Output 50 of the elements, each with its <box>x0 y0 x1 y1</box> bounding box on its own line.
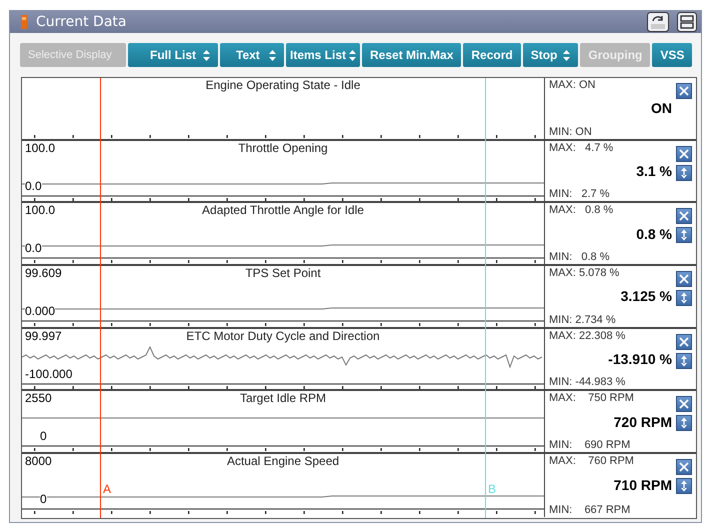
min-reading: MIN: 0.8 % <box>549 250 611 264</box>
max-reading: MAX: 760 RPM <box>549 454 635 468</box>
max-reading: MAX: 5.078 % <box>549 266 620 280</box>
current-value: 3.1 % <box>636 162 672 182</box>
graph-title: Adapted Throttle Angle for Idle <box>202 203 364 218</box>
toolbar-button[interactable]: Text <box>220 43 284 67</box>
axis-label: 99.997 <box>25 328 62 343</box>
min-reading: MIN: 2.734 % <box>549 312 617 327</box>
axis-label: 0.000 <box>25 304 56 318</box>
max-reading: MAX: ON <box>549 78 596 92</box>
graph-title: Target Idle RPM <box>240 391 326 406</box>
toolbar-button[interactable]: Record <box>463 43 521 67</box>
graph-title: Engine Operating State - Idle <box>206 78 360 92</box>
min-reading: MIN: 690 RPM <box>549 438 632 452</box>
axis-label: -100.000 <box>25 366 72 381</box>
current-value: -13.910 % <box>608 350 672 370</box>
current-value: 710 RPM <box>614 476 672 496</box>
min-reading: MIN: -44.983 % <box>549 375 626 390</box>
toolbar-button[interactable]: Full List <box>128 43 218 67</box>
current-value: 0.8 % <box>636 224 672 244</box>
cursor-label: A <box>103 482 112 496</box>
axis-label: 100.0 <box>25 140 56 155</box>
current-value: ON <box>651 99 672 118</box>
current-value: 720 RPM <box>614 412 672 432</box>
axis-label: 99.609 <box>25 266 62 280</box>
axis-label: 0.0 <box>25 241 42 256</box>
axis-label: 0.0 <box>25 178 42 193</box>
axis-label: 0 <box>40 492 47 506</box>
graph-title: TPS Set Point <box>245 266 321 280</box>
toolbar-button[interactable]: Items List <box>286 43 360 67</box>
window-title: Current Data <box>36 14 126 30</box>
toolbar-button[interactable]: Stop <box>522 43 578 67</box>
min-reading: MIN: 2.7 % <box>549 187 611 202</box>
graph-title: ETC Motor Duty Cycle and Direction <box>186 328 380 343</box>
axis-label: 0 <box>40 429 47 444</box>
axis-label: 100.0 <box>25 203 56 218</box>
min-reading: MIN: 667 RPM <box>549 502 632 517</box>
max-reading: MAX: 750 RPM <box>549 391 635 406</box>
graph-title: Actual Engine Speed <box>226 454 340 468</box>
min-reading: MIN: ON <box>549 124 593 139</box>
max-reading: MAX: 0.8 % <box>549 203 614 218</box>
current-value: 3.125 % <box>620 287 672 306</box>
toolbar-button[interactable]: VSS <box>652 43 692 67</box>
axis-label: 2550 <box>25 391 52 406</box>
cursor-label: B <box>488 482 496 496</box>
axis-label: 8000 <box>25 454 52 468</box>
max-reading: MAX: 22.308 % <box>549 328 626 343</box>
toolbar-button[interactable]: Reset Min.Max <box>362 43 462 67</box>
graph-title: Throttle Opening <box>238 140 328 155</box>
max-reading: MAX: 4.7 % <box>549 140 614 155</box>
